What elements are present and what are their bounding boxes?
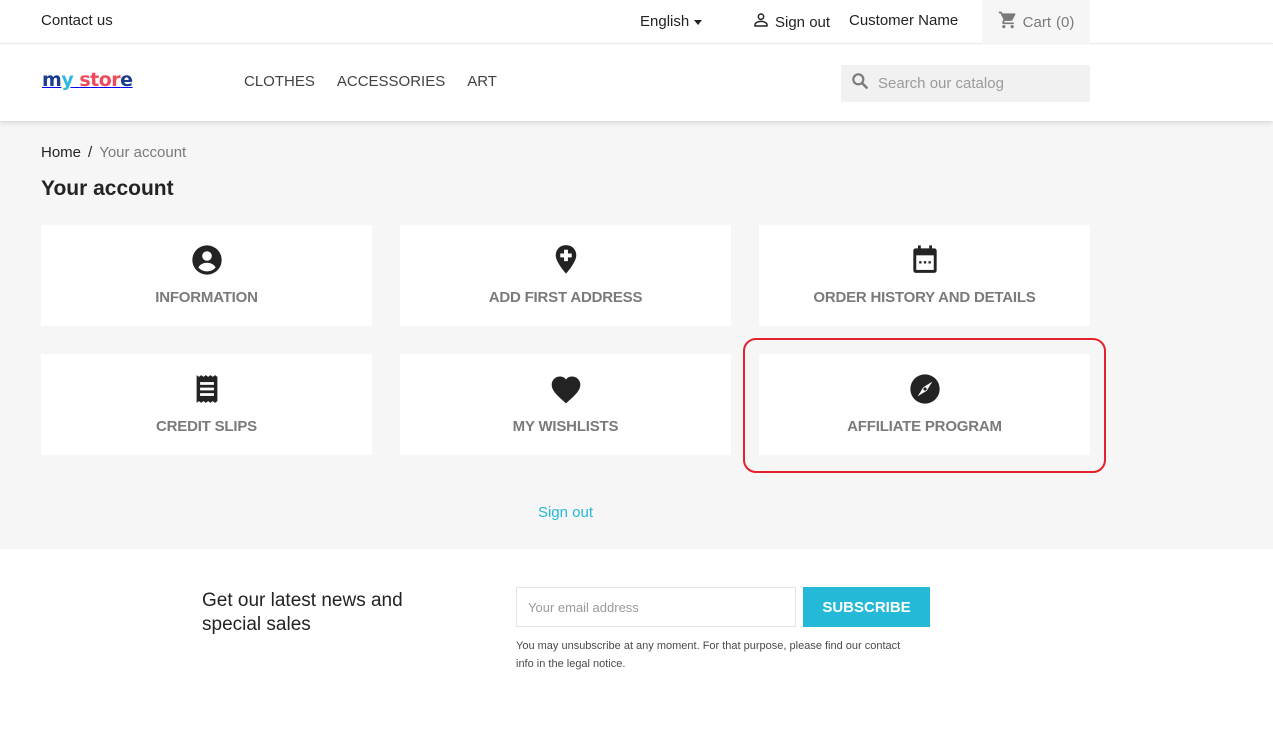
account-link-wishlists[interactable]: MY WISHLISTS xyxy=(400,354,731,455)
tile-label: MY WISHLISTS xyxy=(512,418,619,435)
customer-name-link[interactable]: Customer Name xyxy=(849,12,958,29)
tile-label: INFORMATION xyxy=(155,289,258,306)
menu-item-art[interactable]: ART xyxy=(467,73,497,90)
sign-out-label: Sign out xyxy=(775,13,831,31)
add-location-icon xyxy=(552,245,580,275)
receipt-icon xyxy=(194,374,220,404)
account-link-add-address[interactable]: ADD FIRST ADDRESS xyxy=(400,225,731,326)
tile-label: AFFILIATE PROGRAM xyxy=(847,418,1002,435)
search-input[interactable] xyxy=(878,75,1078,92)
breadcrumb: Home / Your account xyxy=(41,144,186,161)
page-title: Your account xyxy=(41,177,174,200)
cart-button[interactable]: Cart (0) xyxy=(982,0,1090,44)
store-logo[interactable]: my store xyxy=(42,69,133,91)
search-box xyxy=(841,65,1090,102)
account-circle-icon xyxy=(191,245,223,275)
language-label: English xyxy=(640,13,690,30)
cart-count: (0) xyxy=(1056,13,1075,31)
breadcrumb-separator: / xyxy=(88,144,93,161)
breadcrumb-current: Your account xyxy=(99,144,187,161)
compass-icon xyxy=(909,374,941,404)
menu-item-clothes[interactable]: CLOTHES xyxy=(244,73,315,90)
user-icon xyxy=(753,12,769,32)
caret-down-icon xyxy=(694,19,703,25)
account-link-affiliate-program[interactable]: AFFILIATE PROGRAM xyxy=(759,354,1090,455)
sign-out-link[interactable]: Sign out xyxy=(538,504,593,521)
breadcrumb-home[interactable]: Home xyxy=(41,144,81,161)
cart-icon xyxy=(998,10,1018,34)
main-menu: CLOTHES ACCESSORIES ART xyxy=(244,73,497,90)
menu-item-accessories[interactable]: ACCESSORIES xyxy=(337,73,445,90)
main-content: Home / Your account Your account INFORMA… xyxy=(0,121,1273,549)
tile-label: ORDER HISTORY AND DETAILS xyxy=(813,289,1036,306)
subscribe-button[interactable]: SUBSCRIBE xyxy=(803,587,930,627)
cart-label: Cart xyxy=(1022,13,1051,31)
header: my store CLOTHES ACCESSORIES ART xyxy=(0,45,1273,121)
search-icon[interactable] xyxy=(850,71,870,96)
heart-icon xyxy=(549,374,583,404)
tile-label: CREDIT SLIPS xyxy=(156,418,257,435)
sign-out-container: Sign out xyxy=(0,504,1131,521)
calendar-icon xyxy=(911,245,939,275)
sign-out-top-link[interactable]: Sign out xyxy=(753,12,830,32)
account-link-information[interactable]: INFORMATION xyxy=(41,225,372,326)
account-link-order-history[interactable]: ORDER HISTORY AND DETAILS xyxy=(759,225,1090,326)
newsletter-email-input[interactable] xyxy=(516,587,796,627)
newsletter-notice: You may unsubscribe at any moment. For t… xyxy=(516,640,901,670)
account-link-credit-slips[interactable]: CREDIT SLIPS xyxy=(41,354,372,455)
contact-us-link[interactable]: Contact us xyxy=(41,12,113,29)
top-nav: Contact us English Sign out Customer Nam… xyxy=(0,0,1273,44)
language-selector[interactable]: English xyxy=(640,13,703,30)
newsletter-title: Get our latest news and special sales xyxy=(202,590,403,635)
tile-label: ADD FIRST ADDRESS xyxy=(488,289,643,306)
